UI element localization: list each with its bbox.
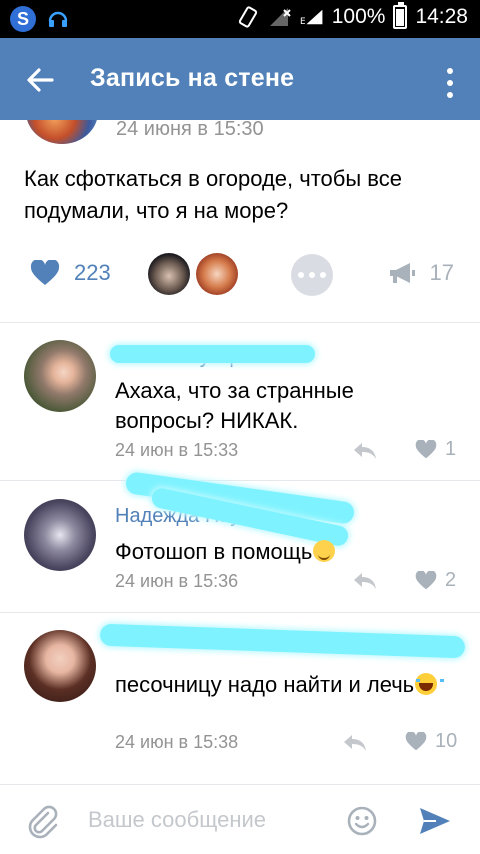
redaction-scribble (99, 623, 466, 659)
share-count: 17 (429, 260, 454, 285)
post-header: 24 июня в 15:30 (0, 120, 480, 150)
like-count: 223 (74, 260, 111, 285)
app-notification-icon: S (10, 6, 36, 32)
headset-icon (46, 8, 70, 30)
heart-icon (415, 440, 437, 459)
heart-icon (30, 260, 60, 285)
clock: 14:28 (415, 5, 468, 28)
page-title: Запись на стене (90, 64, 295, 92)
comment-avatar[interactable] (24, 499, 96, 571)
comment-like-count: 2 (445, 569, 457, 591)
reply-icon[interactable] (342, 733, 368, 753)
liker-avatar[interactable] (196, 253, 238, 295)
comment-item: Галина Рубцова Ахаха, что за странные во… (0, 330, 480, 480)
comment-like-button[interactable]: 2 (415, 569, 456, 592)
app-bar: Запись на стене (0, 38, 480, 120)
comment-date: 24 июн в 15:33 (115, 440, 239, 460)
comment-item: песочницу надо найти и лечь 24 июн в 15:… (0, 618, 480, 768)
comment-text-content: песочницу надо найти и лечь (115, 672, 415, 697)
post-actions: 223 17 (0, 248, 480, 304)
comment-date: 24 июн в 15:36 (115, 571, 239, 591)
battery-icon (393, 2, 408, 29)
signal-sim1-icon (268, 5, 292, 29)
divider (0, 612, 480, 613)
comment-like-button[interactable]: 1 (415, 438, 456, 461)
wink-emoji-icon (313, 540, 336, 562)
heart-icon (405, 732, 427, 751)
comment-date: 24 июн в 15:38 (115, 732, 239, 752)
status-right: E 100% 14:28 (236, 2, 468, 29)
more-menu-icon[interactable] (440, 68, 460, 98)
divider (0, 480, 480, 481)
send-icon[interactable] (418, 805, 452, 837)
comment-avatar[interactable] (24, 340, 96, 412)
rotate-icon (236, 5, 260, 29)
comment-like-count: 1 (445, 438, 457, 460)
more-likers-button[interactable] (291, 254, 333, 296)
likers-avatars[interactable] (148, 253, 238, 295)
comment-item: Надежда Наумова Фотошоп в помощь 24 июн … (0, 471, 480, 610)
comment-text-content: Фотошоп в помощь (115, 539, 313, 564)
comment-like-count: 10 (435, 730, 458, 752)
comment-like-button[interactable]: 10 (405, 730, 457, 753)
paperclip-icon[interactable] (26, 805, 60, 839)
reply-icon[interactable] (352, 571, 378, 591)
reply-icon[interactable] (352, 441, 378, 461)
redaction-scribble (110, 345, 315, 363)
svg-text:E: E (300, 17, 306, 27)
post-date: 24 июня в 15:30 (116, 120, 264, 140)
comment-avatar[interactable] (24, 630, 96, 702)
status-bar: S E 100% 14:28 (0, 0, 480, 38)
message-composer (0, 784, 480, 854)
back-arrow-icon[interactable] (22, 62, 58, 98)
heart-icon (415, 571, 437, 590)
signal-sim2-icon: E (300, 5, 324, 29)
post-text: Как сфоткаться в огороде, чтобы все поду… (24, 166, 402, 223)
status-left: S (10, 6, 70, 32)
tears-of-joy-emoji-icon (415, 673, 445, 695)
comment-text: песочницу надо найти и лечь (115, 670, 455, 700)
battery-percent: 100% (331, 5, 386, 28)
megaphone-icon (389, 263, 415, 283)
emoji-smile-icon[interactable] (346, 805, 378, 837)
comment-text: Фотошоп в помощь (115, 537, 455, 567)
share-button[interactable]: 17 (388, 260, 454, 286)
post-author-avatar[interactable] (26, 120, 98, 144)
comment-text: Ахаха, что за странные вопросы? НИКАК. (115, 378, 354, 433)
liker-avatar[interactable] (148, 253, 190, 295)
divider (0, 322, 480, 323)
message-input[interactable] (88, 803, 328, 837)
like-button[interactable]: 223 (30, 260, 111, 286)
